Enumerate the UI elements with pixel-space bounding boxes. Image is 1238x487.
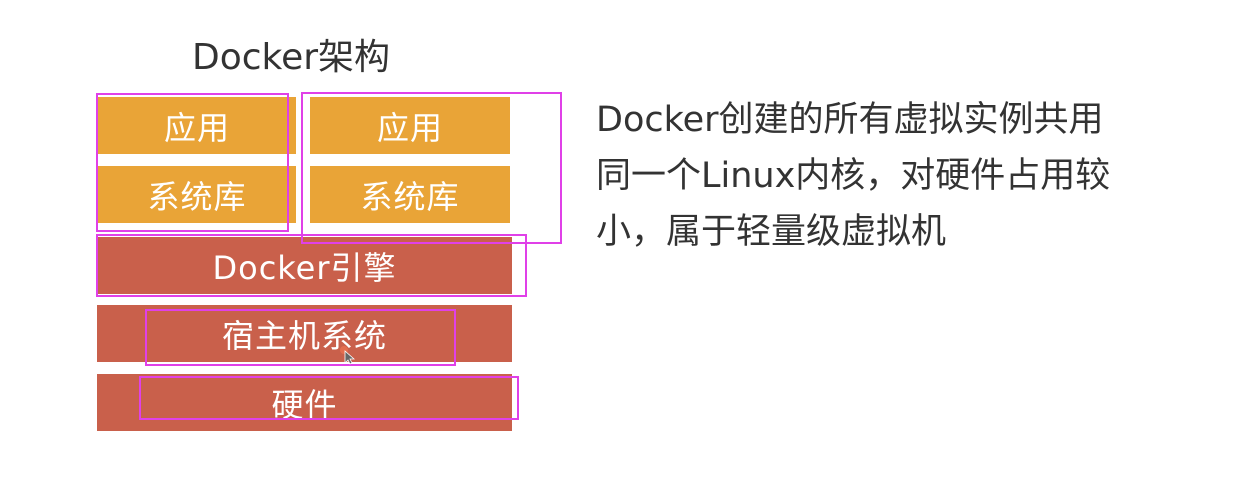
description-line-1: Docker创建的所有虚拟实例共用 (596, 100, 1104, 140)
diagram-title: Docker架构 (191, 37, 391, 78)
description-text: Docker创建的所有虚拟实例共用 同一个Linux内核，对硬件占用较 小，属于… (596, 92, 1156, 260)
description-line-3: 小，属于轻量级虚拟机 (596, 212, 947, 252)
highlight-right-container (301, 92, 562, 244)
description-line-2: 同一个Linux内核，对硬件占用较 (596, 156, 1111, 196)
highlight-left-container (96, 93, 289, 232)
highlight-engine (96, 234, 527, 297)
mouse-pointer-icon (340, 346, 355, 365)
highlight-hardware (139, 376, 519, 420)
highlight-host-os (145, 309, 456, 366)
